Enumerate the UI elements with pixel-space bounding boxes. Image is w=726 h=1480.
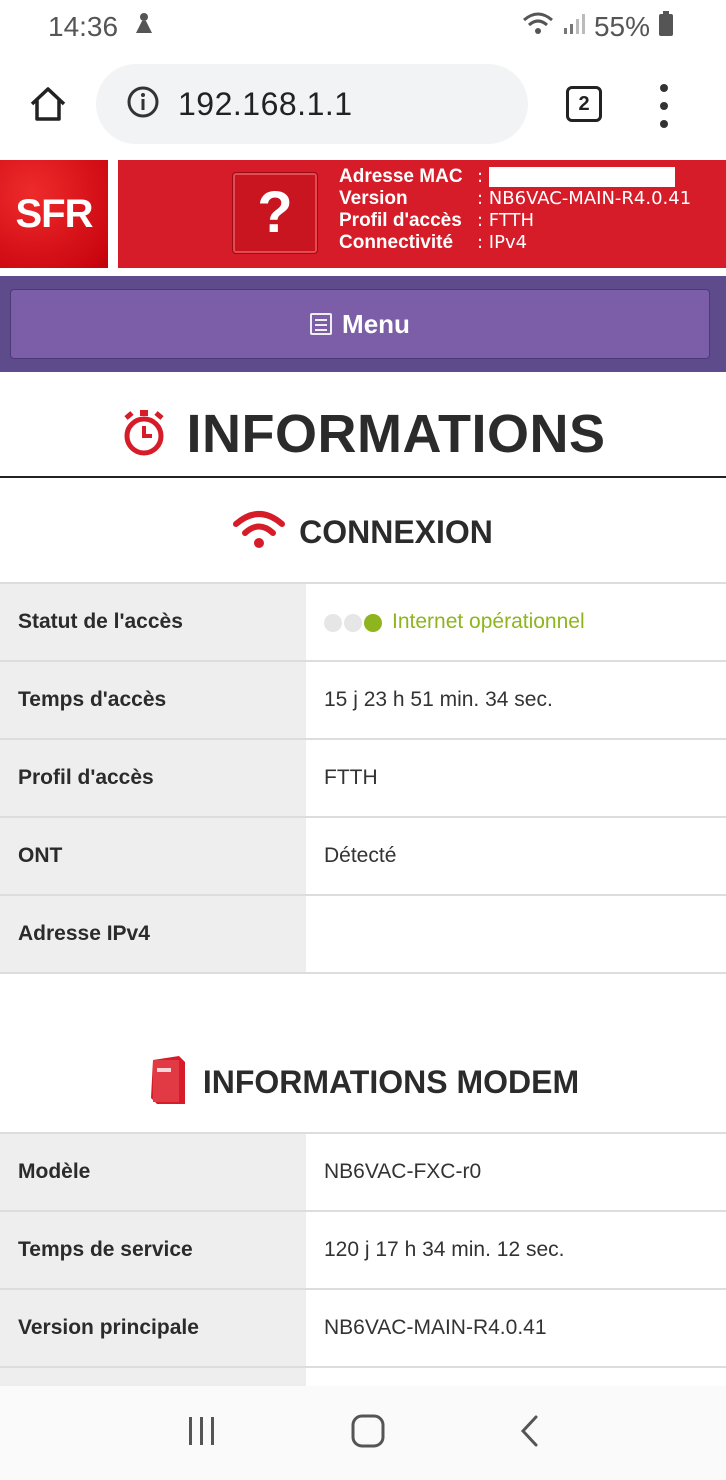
row-label: Temps de service [0,1210,306,1289]
row-label: Version principale [0,1288,306,1367]
tabs-icon[interactable]: 2 [566,86,602,122]
recents-icon[interactable] [186,1415,218,1452]
page-title: INFORMATIONS [0,392,726,478]
menu-band: Menu [0,276,726,372]
table-row: Temps d'accès 15 j 23 h 51 min. 34 sec. [0,660,726,739]
row-value [306,894,726,974]
modem-heading: INFORMATIONS MODEM [202,1063,580,1100]
page-heading: INFORMATIONS [186,404,606,464]
table-row: Version principale NB6VAC-MAIN-R4.0.41 [0,1288,726,1367]
wifi-status-icon [522,11,554,43]
menu-list-icon [310,313,333,335]
info-icon[interactable] [126,85,160,124]
browser-toolbar: 192.168.1.1 2 [0,54,726,158]
row-value: 120 j 17 h 34 min. 12 sec. [306,1210,726,1289]
table-row: Adresse IPv4 [0,894,726,974]
notification-icon [132,11,156,44]
row-value: Internet opérationnel [306,582,726,661]
table-row: Temps de service 120 j 17 h 34 min. 12 s… [0,1210,726,1289]
status-bar: 14:36 55% [0,0,726,54]
row-value: FTTH [306,738,726,817]
table-row: Statut de l'accès Internet opérationnel [0,582,726,661]
status-indicator-icon [324,610,384,634]
row-label: Temps d'accès [0,660,306,739]
connexion-table: Statut de l'accès Internet opérationnel … [0,582,726,974]
row-value: NB6VAC-FXC-r0 [306,1132,726,1211]
help-button[interactable]: ? [232,172,318,254]
menu-button[interactable]: Menu [10,289,710,359]
info-banner: ? Adresse MAC : Version : NB6VAC-MAIN-R4… [118,160,726,268]
router-header: SFR ? Adresse MAC : Version : NB6VAC-MAI… [0,160,726,268]
battery-level: 55% [593,11,650,42]
row-label: Profil d'accès [0,738,306,817]
system-nav-bar [0,1386,726,1480]
row-label: ONT [0,816,306,895]
table-row: Modèle NB6VAC-FXC-r0 [0,1132,726,1211]
device-info: Adresse MAC : Version : NB6VAC-MAIN-R4.0… [339,166,691,254]
row-label: Statut de l'accès [0,582,306,661]
sfr-logo[interactable]: SFR [0,160,108,268]
row-label: Modèle [0,1132,306,1211]
modem-section-title: INFORMATIONS MODEM [0,1054,726,1110]
more-icon[interactable] [656,84,672,128]
connexion-section-title: CONNEXION [0,505,726,559]
row-value: NB6VAC-MAIN-R4.0.41 [306,1288,726,1367]
wifi-icon [233,510,286,555]
signal-icon [562,11,586,43]
home-icon[interactable] [28,84,68,124]
modem-icon [147,1054,189,1111]
stopwatch-icon [121,406,167,463]
mac-redaction [489,167,676,187]
row-label: Adresse IPv4 [0,894,306,974]
row-value: Détecté [306,816,726,895]
clock: 14:36 [48,11,119,42]
info-row-mac: Adresse MAC : [339,166,691,188]
battery-icon [658,10,674,44]
row-value: 15 j 23 h 51 min. 34 sec. [306,660,726,739]
info-row-profile: Profil d'accès : FTTH [339,210,535,231]
back-icon[interactable] [518,1414,540,1453]
info-row-connectivity: Connectivité : IPv4 [339,232,528,253]
home-nav-icon[interactable] [351,1414,385,1453]
table-row: ONT Détecté [0,816,726,895]
connexion-heading: CONNEXION [299,513,493,550]
access-status: Internet opérationnel [392,609,585,633]
table-row: Profil d'accès FTTH [0,738,726,817]
menu-label: Menu [342,308,410,339]
info-row-version: Version : NB6VAC-MAIN-R4.0.41 [339,188,692,209]
url-text[interactable]: 192.168.1.1 [178,86,353,123]
address-bar[interactable]: 192.168.1.1 [96,64,528,144]
